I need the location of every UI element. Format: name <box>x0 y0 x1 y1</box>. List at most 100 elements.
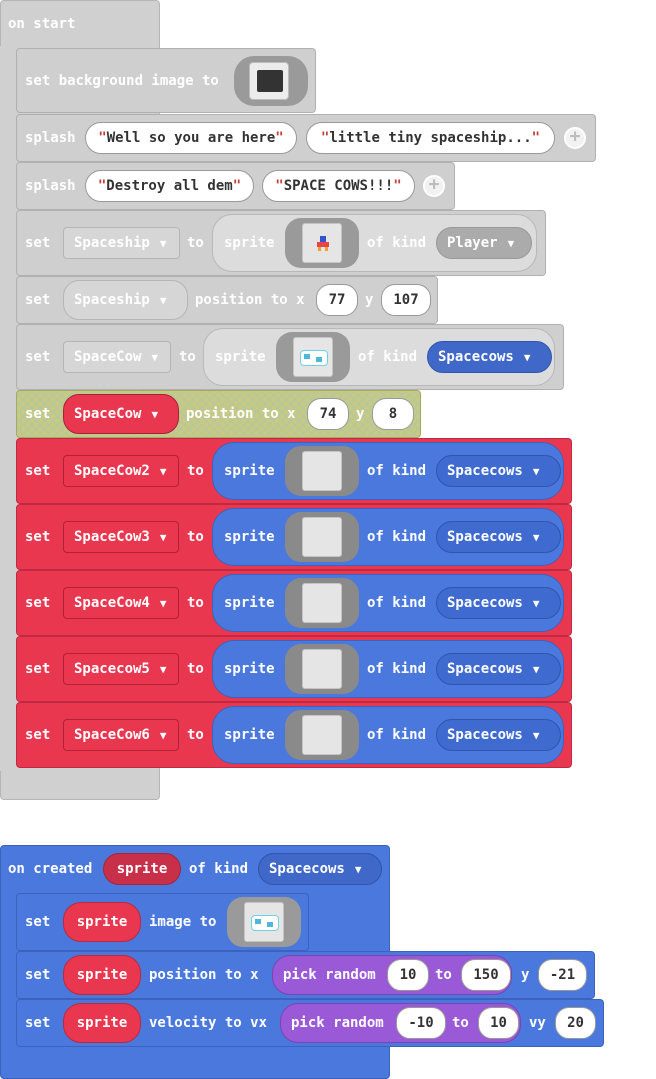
of-kind-label: of kind <box>358 349 418 365</box>
add-icon[interactable]: + <box>423 175 445 197</box>
vy-label: vy <box>529 1015 546 1031</box>
sprite-label: sprite <box>224 727 275 743</box>
dropdown-caret-icon: ▼ <box>159 530 167 544</box>
empty-image-icon <box>302 517 342 557</box>
sprite-label: sprite <box>224 529 275 545</box>
y-value-input[interactable]: -21 <box>538 959 587 991</box>
empty-image-icon <box>302 583 342 623</box>
of-kind-label: of kind <box>367 661 427 677</box>
to-label: to <box>187 727 204 743</box>
y-label: y <box>356 406 365 422</box>
sprite-variable[interactable]: sprite <box>63 1003 141 1043</box>
to-label: to <box>187 661 204 677</box>
cow-variable-dropdown[interactable]: SpaceCow6 ▼ <box>63 719 179 751</box>
of-kind-label: of kind <box>367 529 427 545</box>
random-min-input[interactable]: -10 <box>396 1007 446 1039</box>
position-to-x-label: position to x <box>149 967 259 983</box>
set-label: set <box>25 1015 51 1031</box>
set-label: set <box>25 595 51 611</box>
sprite-image-picker[interactable] <box>227 897 301 947</box>
to-label: to <box>187 595 204 611</box>
random-max-input[interactable]: 10 <box>478 1007 519 1039</box>
dropdown-caret-icon: ▼ <box>532 530 540 544</box>
set-label: set <box>25 727 51 743</box>
sprite-label: sprite <box>215 349 266 365</box>
sprite-label: sprite <box>224 235 275 251</box>
sprite-variable[interactable]: sprite <box>63 955 141 995</box>
sprite-variable[interactable]: sprite <box>63 902 141 942</box>
cow-image-picker[interactable] <box>285 446 359 496</box>
to-label: to <box>187 463 204 479</box>
set-label: set <box>25 292 51 308</box>
cow-variable-dropdown[interactable]: SpaceCow3 ▼ <box>63 521 179 553</box>
set-label: set <box>25 529 51 545</box>
dropdown-caret-icon: ▼ <box>532 596 540 610</box>
splash-label-2: splash <box>25 178 76 194</box>
y-label: y <box>365 292 374 308</box>
splash-2-text-arg-2[interactable]: " SPACE COWS!!! " <box>262 170 415 202</box>
of-kind-label: of kind <box>189 861 249 877</box>
dropdown-caret-icon: ▼ <box>151 407 159 421</box>
kind-dropdown-player[interactable]: Player ▼ <box>436 227 532 259</box>
splash-2-text-arg-1[interactable]: " Destroy all dem " <box>85 170 254 202</box>
dropdown-caret-icon: ▼ <box>532 662 540 676</box>
cow-variable-dropdown[interactable]: Spacecow5 ▼ <box>63 653 179 685</box>
cow-variable-dropdown[interactable]: SpaceCow2 ▼ <box>63 455 179 487</box>
cow-image-picker[interactable] <box>285 644 359 694</box>
kind-dropdown-spacecows[interactable]: Spacecows ▼ <box>436 653 561 685</box>
spaceship-variable-dropdown[interactable]: Spaceship ▼ <box>63 227 180 259</box>
dropdown-caret-icon: ▼ <box>532 464 540 478</box>
add-icon[interactable]: + <box>564 127 586 149</box>
of-kind-label: of kind <box>367 595 427 611</box>
cow-variable-dropdown[interactable]: SpaceCow4 ▼ <box>63 587 179 619</box>
set-label: set <box>25 967 51 983</box>
on-start-label: on start <box>8 16 76 32</box>
kind-dropdown-spacecows[interactable]: Spacecows ▼ <box>427 341 552 373</box>
spacecow-variable-dropdown[interactable]: SpaceCow ▼ <box>63 394 179 434</box>
splash-1-text-arg-2[interactable]: " little tiny spaceship... " <box>306 122 555 154</box>
to-label: to <box>452 1015 469 1031</box>
kind-dropdown-spacecows[interactable]: Spacecows ▼ <box>436 455 561 487</box>
random-min-input[interactable]: 10 <box>387 959 429 991</box>
of-kind-label: of kind <box>367 727 427 743</box>
x-value-input[interactable]: 77 <box>316 284 358 316</box>
spaceship-variable-dropdown[interactable]: Spaceship ▼ <box>63 280 188 320</box>
kind-dropdown-spacecows[interactable]: Spacecows ▼ <box>258 853 382 885</box>
set-background-label: set background image to <box>25 73 219 89</box>
of-kind-label: of kind <box>367 463 427 479</box>
sprite-label: sprite <box>224 463 275 479</box>
spacecow-variable-dropdown[interactable]: SpaceCow ▼ <box>63 341 171 373</box>
x-value-input[interactable]: 74 <box>307 398 349 430</box>
cow-sprite-icon <box>244 902 284 942</box>
random-max-input[interactable]: 150 <box>461 959 511 991</box>
image-to-label: image to <box>149 914 217 930</box>
set-label: set <box>25 406 51 422</box>
vy-value-input[interactable]: 20 <box>555 1007 596 1039</box>
dropdown-caret-icon: ▼ <box>159 596 167 610</box>
dropdown-caret-icon: ▼ <box>159 293 167 307</box>
cow-image-picker[interactable] <box>285 578 359 628</box>
splash-1-text-arg-1[interactable]: " Well so you are here " <box>85 122 297 154</box>
spacecow-image-picker[interactable] <box>276 332 350 382</box>
of-kind-label: of kind <box>367 235 427 251</box>
cow-image-picker[interactable] <box>285 512 359 562</box>
kind-dropdown-spacecows[interactable]: Spacecows ▼ <box>436 719 561 751</box>
spaceship-sprite-icon <box>302 223 342 263</box>
position-to-x-label: position to x <box>195 292 305 308</box>
cow-image-picker[interactable] <box>285 710 359 760</box>
on-created-label: on created <box>8 861 93 877</box>
to-label: to <box>187 235 204 251</box>
y-value-input[interactable]: 107 <box>381 284 431 316</box>
dropdown-caret-icon: ▼ <box>159 464 167 478</box>
background-image-picker[interactable] <box>234 56 308 106</box>
y-value-input[interactable]: 8 <box>372 398 414 430</box>
sprite-parameter[interactable]: sprite <box>103 853 181 885</box>
kind-dropdown-spacecows[interactable]: Spacecows ▼ <box>436 587 561 619</box>
set-label: set <box>25 463 51 479</box>
to-label: to <box>187 529 204 545</box>
kind-dropdown-spacecows[interactable]: Spacecows ▼ <box>436 521 561 553</box>
spaceship-image-picker[interactable] <box>285 218 359 268</box>
pick-random-label: pick random <box>283 967 376 983</box>
cow-sprite-icon <box>293 337 333 377</box>
sprite-label: sprite <box>224 661 275 677</box>
